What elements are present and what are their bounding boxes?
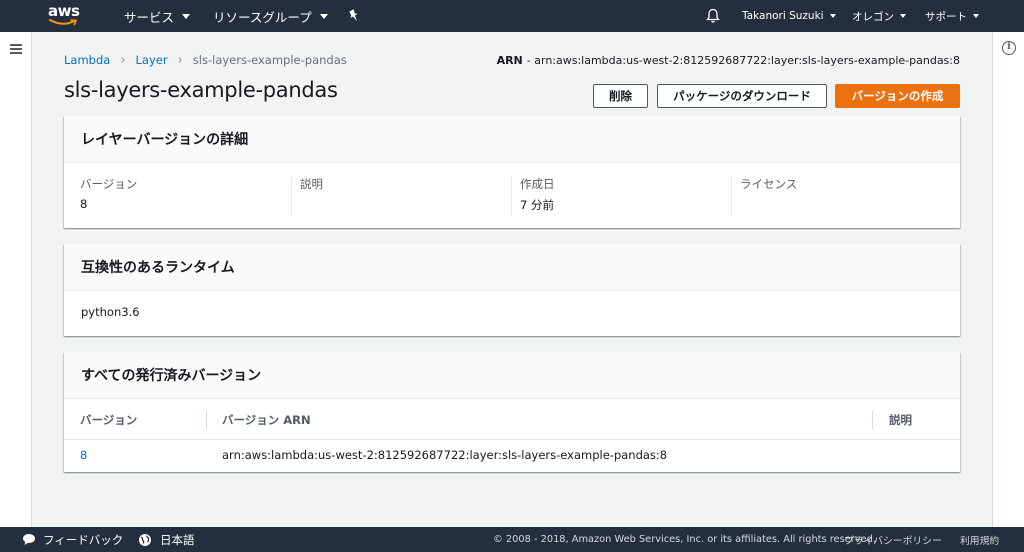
notifications-button[interactable] [706,0,720,32]
globe-icon [139,533,151,546]
aws-smile-icon [49,19,78,26]
detail-value: 8 [80,197,88,211]
info-icon[interactable]: i [1002,41,1016,55]
column-separator [872,411,873,429]
chevron-down-icon [182,13,191,19]
detail-value: 7 分前 [520,198,554,212]
aws-logo[interactable]: aws [48,4,82,28]
published-versions-panel: すべての発行済みバージョン バージョン バージョン ARN 説明 8 arn:a… [64,352,960,472]
privacy-policy-link[interactable]: プライバシーポリシー [844,527,942,552]
divider [511,176,512,216]
column-header-arn[interactable]: バージョン ARN [222,400,311,440]
column-separator [206,411,207,429]
language-label: 日本語 [160,532,195,547]
breadcrumb-layer[interactable]: Layer [136,53,168,67]
region-menu[interactable]: オレゴン [852,0,906,32]
services-menu[interactable]: サービス [124,0,191,32]
menu-icon[interactable] [10,44,22,54]
layer-version-details-panel: レイヤーバージョンの詳細 バージョン 8 説明 作成日 7 分前 ライセンス [64,116,960,228]
support-menu[interactable]: サポート [925,0,979,32]
version-link[interactable]: 8 [80,448,87,462]
resource-groups-menu[interactable]: リソースグループ [213,0,328,32]
user-menu[interactable]: Takanori Suzuki [742,0,836,32]
feedback-button[interactable]: フィードバック [22,527,123,552]
pin-button[interactable] [348,0,360,32]
column-header-version[interactable]: バージョン [80,400,137,440]
user-name: Takanori Suzuki [742,10,824,22]
details-panel-title: レイヤーバージョンの詳細 [64,116,960,163]
create-version-button[interactable]: バージョンの作成 [835,84,960,108]
compatible-runtimes-panel: 互換性のあるランタイム python3.6 [64,244,960,336]
divider [291,176,292,216]
left-side-rail [0,32,32,527]
right-side-rail: i [992,32,1024,527]
chevron-down-icon [900,14,906,18]
detail-description: 説明 [284,176,508,218]
layer-arn: ARN - arn:aws:lambda:us-west-2:812592687… [497,52,960,68]
versions-panel-title: すべての発行済みバージョン [64,352,960,399]
runtime-value: python3.6 [81,305,140,319]
version-arn: arn:aws:lambda:us-west-2:812592687722:la… [222,448,668,462]
chevron-down-icon [829,14,836,18]
detail-label: バージョン [80,177,138,191]
detail-label: 説明 [300,177,323,191]
region-label: オレゴン [852,10,894,23]
breadcrumb-lambda[interactable]: Lambda [64,53,110,67]
chevron-right-icon: › [177,52,183,68]
pin-icon [349,9,358,22]
support-label: サポート [925,10,967,23]
detail-created: 作成日 7 分前 [504,176,728,218]
detail-label: ライセンス [740,177,798,191]
download-package-button[interactable]: パッケージのダウンロード [657,84,827,108]
detail-license: ライセンス [724,176,948,218]
arn-label: ARN [496,53,523,67]
column-header-description[interactable]: 説明 [889,400,912,440]
feedback-label: フィードバック [43,532,124,547]
speech-bubble-icon [23,534,35,545]
chevron-down-icon [973,14,979,18]
detail-version: バージョン 8 [64,176,288,218]
services-menu-label: サービス [124,9,175,25]
footer: フィードバック 日本語 © 2008 - 2018, Amazon Web Se… [0,527,1024,552]
delete-button[interactable]: 削除 [593,84,648,108]
arn-value: - arn:aws:lambda:us-west-2:812592687722:… [526,53,960,67]
detail-label: 作成日 [520,177,555,191]
divider [731,176,732,216]
bell-icon [706,8,720,23]
chevron-down-icon [319,13,328,19]
aws-logo-text: aws [48,2,80,20]
table-header: バージョン バージョン ARN 説明 [64,400,960,440]
resource-groups-menu-label: リソースグループ [213,9,312,25]
language-selector[interactable]: 日本語 [138,527,195,552]
breadcrumb-current: sls-layers-example-pandas [192,53,347,67]
runtimes-panel-title: 互換性のあるランタイム [64,244,960,291]
copyright-text: © 2008 - 2018, Amazon Web Services, Inc.… [493,534,876,545]
page-title: sls-layers-example-pandas [64,78,338,102]
breadcrumb: Lambda › Layer › sls-layers-example-pand… [64,52,347,68]
chevron-right-icon: › [120,52,126,68]
details-grid: バージョン 8 説明 作成日 7 分前 ライセンス [64,164,960,228]
terms-link[interactable]: 利用規約 [960,527,999,552]
top-navigation-bar: aws サービス リソースグループ Takanori Suzuki オレゴン サ… [0,0,1024,32]
